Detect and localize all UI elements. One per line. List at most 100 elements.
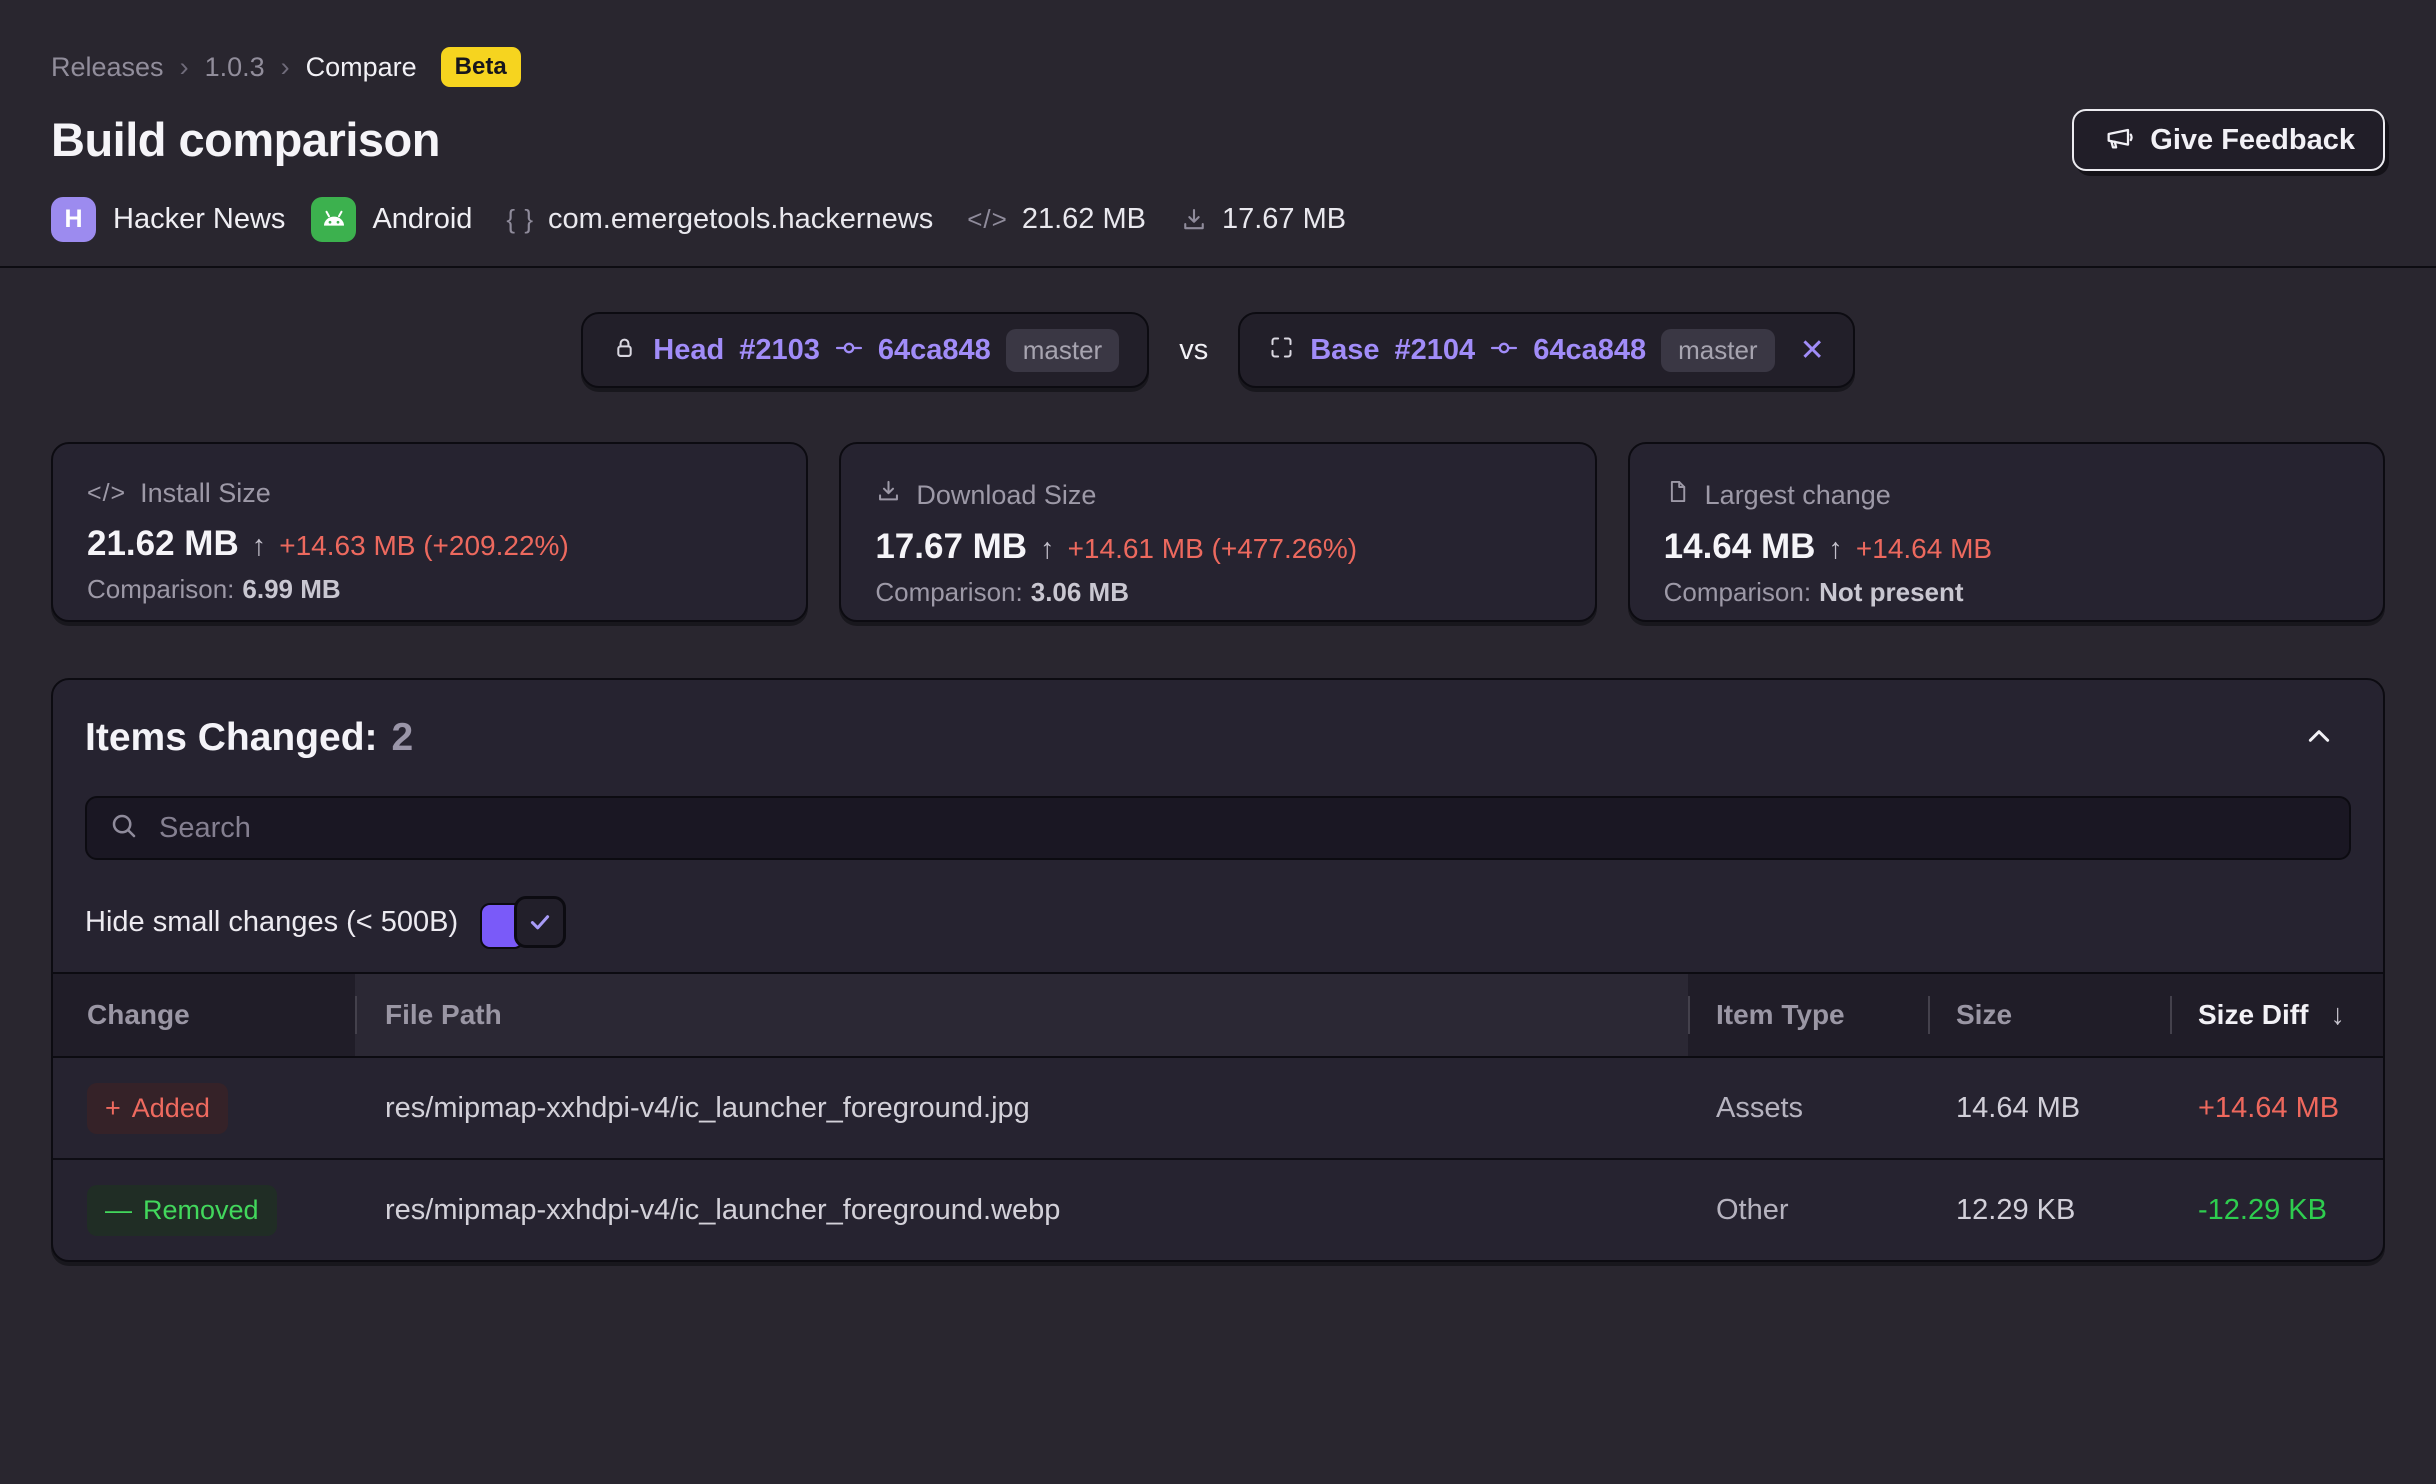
commit-icon [835, 334, 863, 367]
code-icon: </> [87, 479, 126, 508]
size-diff-cell: +14.64 MB [2170, 1092, 2383, 1125]
breadcrumb: Releases › 1.0.3 › Compare Beta [51, 47, 2385, 87]
item-type-cell: Assets [1688, 1092, 1928, 1125]
download-size-value: 17.67 MB [1222, 203, 1346, 236]
change-badge-removed: — Removed [87, 1185, 277, 1236]
base-branch-chip: master [1661, 329, 1774, 372]
items-changed-panel: Items Changed:2 Hide small changes (< [51, 678, 2385, 1262]
header-item-type[interactable]: Item Type [1688, 974, 1928, 1056]
table-row[interactable]: — Removed res/mipmap-xxhdpi-v4/ic_launch… [53, 1158, 2383, 1260]
base-build-pill[interactable]: Base #2104 64ca848 master ✕ [1238, 312, 1855, 388]
commit-icon [1490, 334, 1518, 367]
search-bar [85, 796, 2351, 860]
header-divider [0, 266, 2436, 268]
breadcrumb-releases[interactable]: Releases [51, 52, 164, 83]
collapse-button[interactable] [2299, 717, 2339, 760]
plus-icon: + [105, 1093, 121, 1124]
file-path-cell: res/mipmap-xxhdpi-v4/ic_launcher_foregro… [355, 1194, 1688, 1227]
braces-icon: { } [506, 204, 534, 235]
base-build-number: #2104 [1395, 334, 1476, 367]
file-path-cell: res/mipmap-xxhdpi-v4/ic_launcher_foregro… [355, 1092, 1688, 1125]
stat-diff: +14.61 MB (+477.26%) [1068, 533, 1358, 565]
table-row[interactable]: + Added res/mipmap-xxhdpi-v4/ic_launcher… [53, 1058, 2383, 1158]
install-size-meta: </> 21.62 MB [967, 203, 1146, 236]
build-comparison-page: Releases › 1.0.3 › Compare Beta Build co… [0, 0, 2436, 1484]
size-cell: 14.64 MB [1928, 1092, 2170, 1125]
package-name: com.emergetools.hackernews [548, 203, 933, 236]
comparison-label: Comparison: [1664, 577, 1811, 607]
base-commit: 64ca848 [1533, 334, 1646, 367]
head-branch-chip: master [1006, 329, 1119, 372]
stat-value: 17.67 MB [875, 527, 1027, 567]
chevron-right-icon: › [281, 52, 290, 83]
stat-diff: +14.63 MB (+209.22%) [279, 530, 569, 562]
search-icon [109, 811, 139, 846]
change-badge-added: + Added [87, 1083, 228, 1134]
items-changed-count: 2 [392, 716, 414, 759]
hide-small-changes-checkbox[interactable] [480, 896, 564, 948]
hide-small-changes-label: Hide small changes (< 500B) [85, 906, 458, 939]
download-icon [875, 478, 902, 512]
package-meta: { } com.emergetools.hackernews [506, 203, 933, 236]
hide-small-changes-row: Hide small changes (< 500B) [85, 896, 2351, 948]
table-header: Change File Path Item Type Size Size Dif… [53, 972, 2383, 1058]
download-size-meta: 17.67 MB [1180, 203, 1346, 236]
stat-value: 21.62 MB [87, 524, 239, 564]
items-changed-table: Change File Path Item Type Size Size Dif… [53, 972, 2383, 1260]
beta-badge: Beta [441, 47, 521, 87]
lock-icon [611, 334, 638, 366]
give-feedback-button[interactable]: Give Feedback [2072, 109, 2385, 171]
header-size-diff-label: Size Diff [2198, 999, 2308, 1031]
change-label: Added [132, 1093, 210, 1124]
compare-selector-row: Head #2103 64ca848 master vs Base #2104 [51, 312, 2385, 388]
size-cell: 12.29 KB [1928, 1194, 2170, 1227]
header-file-path[interactable]: File Path [355, 974, 1688, 1056]
download-icon [1180, 206, 1208, 234]
comparison-label: Comparison: [875, 577, 1022, 607]
items-changed-title: Items Changed: [85, 716, 378, 759]
app-name: Hacker News [113, 203, 285, 236]
stats-row: </> Install Size 21.62 MB ↑ +14.63 MB (+… [51, 442, 2385, 622]
head-commit: 64ca848 [878, 334, 991, 367]
megaphone-icon [2102, 124, 2134, 156]
breadcrumb-compare: Compare [306, 52, 417, 83]
install-size-value: 21.62 MB [1022, 203, 1146, 236]
comparison-value: 6.99 MB [242, 574, 340, 604]
comparison-value: 3.06 MB [1031, 577, 1129, 607]
file-icon [1664, 478, 1691, 512]
code-icon: </> [967, 204, 1008, 235]
minus-icon: — [105, 1195, 132, 1226]
give-feedback-label: Give Feedback [2150, 124, 2355, 157]
head-label: Head [653, 334, 724, 367]
stat-label: Largest change [1705, 480, 1891, 511]
close-icon[interactable]: ✕ [1800, 333, 1825, 368]
arrow-up-icon: ↑ [252, 530, 267, 563]
search-input[interactable] [157, 811, 2327, 846]
base-label: Base [1310, 334, 1379, 367]
download-size-card: Download Size 17.67 MB ↑ +14.61 MB (+477… [839, 442, 1596, 622]
install-size-card: </> Install Size 21.62 MB ↑ +14.63 MB (+… [51, 442, 808, 622]
chevron-right-icon: › [180, 52, 189, 83]
checkmark-icon [514, 896, 566, 948]
comparison-value: Not present [1819, 577, 1963, 607]
page-title: Build comparison [51, 114, 440, 166]
chevron-up-icon [2303, 741, 2335, 756]
arrow-up-icon: ↑ [1828, 533, 1843, 566]
header-size[interactable]: Size [1928, 974, 2170, 1056]
head-build-number: #2103 [739, 334, 820, 367]
head-build-pill[interactable]: Head #2103 64ca848 master [581, 312, 1149, 388]
title-row: Build comparison Give Feedback [51, 109, 2385, 171]
stat-label: Install Size [140, 478, 271, 509]
scan-icon [1268, 334, 1295, 366]
vs-label: vs [1179, 334, 1208, 367]
app-info-row: H Hacker News Android { } com.emergetool… [51, 197, 2385, 242]
items-changed-header: Items Changed: 2 [53, 716, 2383, 760]
header-change[interactable]: Change [53, 974, 355, 1056]
header-size-diff[interactable]: Size Diff ↓ [2170, 974, 2383, 1056]
stat-value: 14.64 MB [1664, 527, 1816, 567]
change-label: Removed [143, 1195, 259, 1226]
breadcrumb-version[interactable]: 1.0.3 [205, 52, 265, 83]
platform-name: Android [372, 203, 472, 236]
stat-diff: +14.64 MB [1856, 533, 1992, 565]
arrow-up-icon: ↑ [1040, 533, 1055, 566]
